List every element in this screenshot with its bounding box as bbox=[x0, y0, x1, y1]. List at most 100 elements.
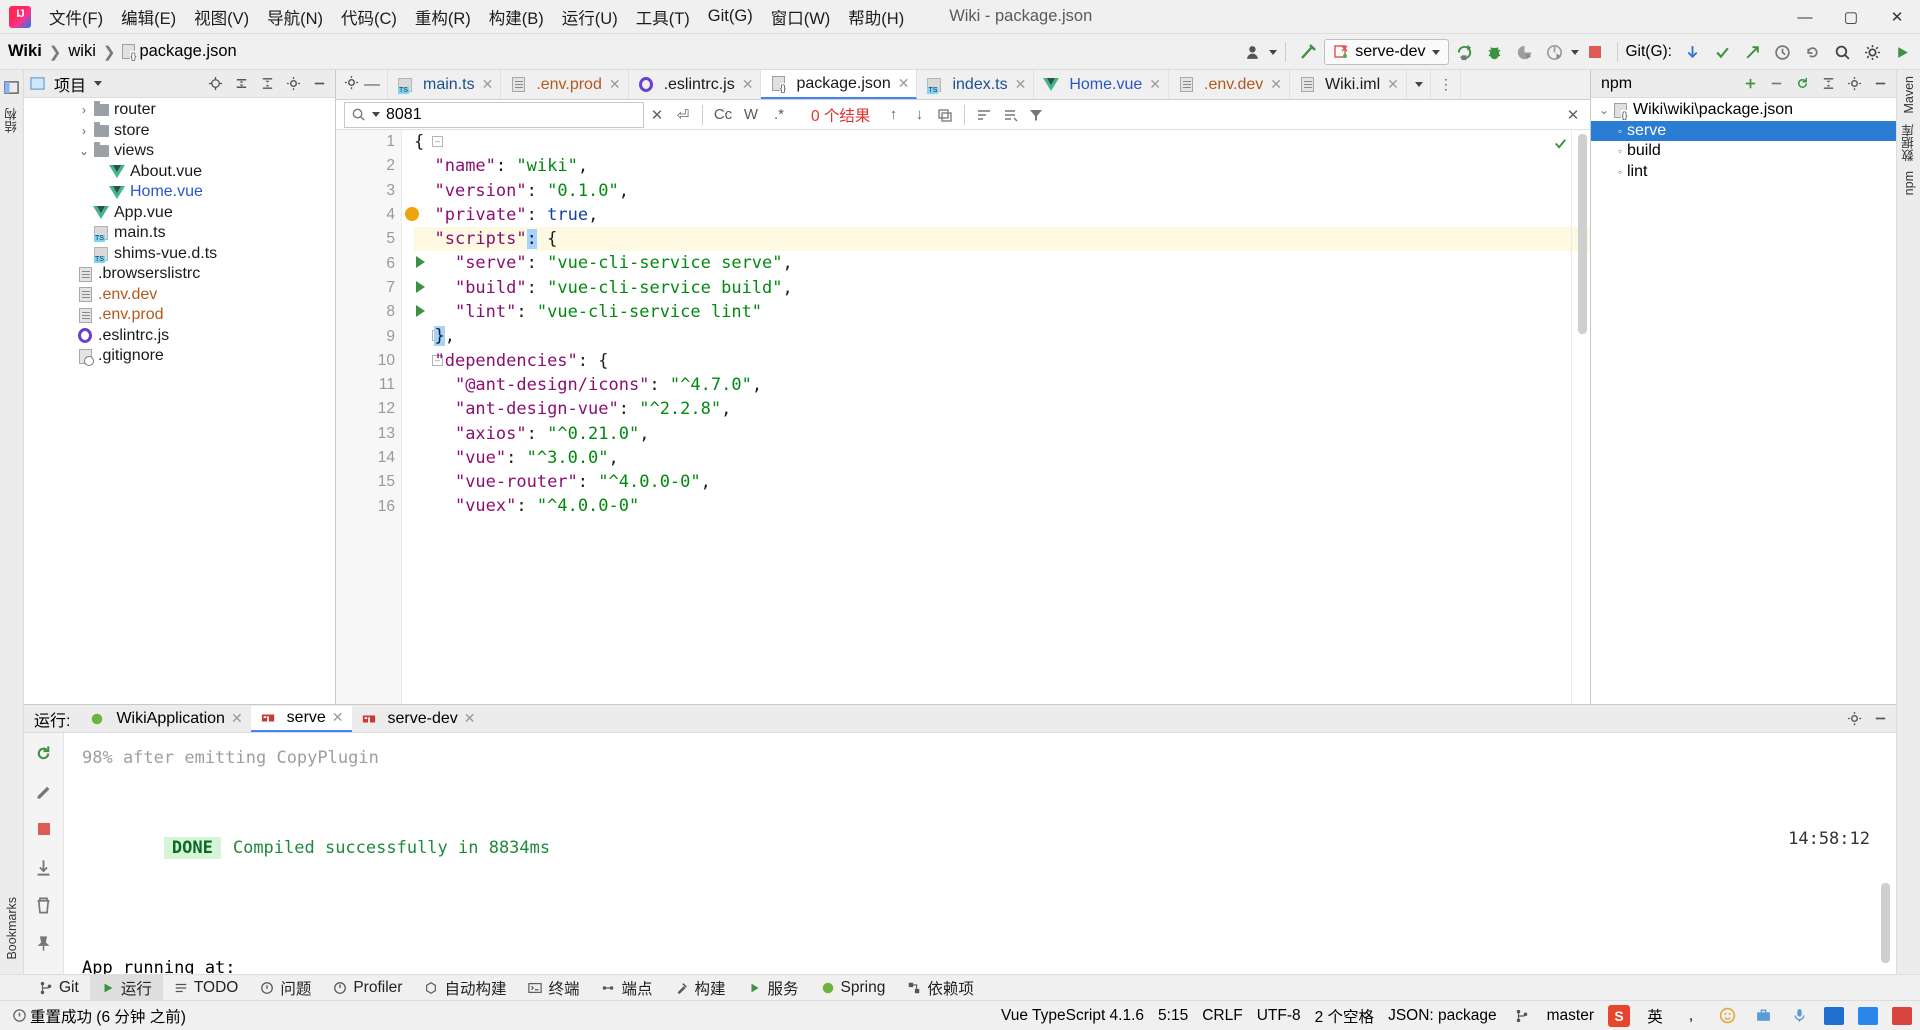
scroll-to-end-icon[interactable] bbox=[31, 855, 57, 879]
tool-window-button[interactable]: 终端 bbox=[517, 975, 590, 1001]
project-tool-icon[interactable] bbox=[1, 76, 23, 98]
status-caret-position[interactable]: 5:15 bbox=[1158, 1007, 1188, 1025]
project-tree-row[interactable]: shims-vue.d.ts bbox=[24, 244, 335, 265]
code-line[interactable]: "lint": "vue-cli-service lint" bbox=[414, 300, 1590, 324]
profiler-button[interactable] bbox=[1541, 38, 1569, 66]
find-history-caret-icon[interactable] bbox=[372, 112, 380, 117]
project-panel-caret-icon[interactable] bbox=[94, 81, 103, 86]
menu-window[interactable]: 窗口(W) bbox=[762, 1, 840, 33]
project-tree-row[interactable]: › router bbox=[24, 100, 335, 121]
undo-icon[interactable] bbox=[1798, 38, 1826, 66]
find-input[interactable]: 8081 bbox=[344, 101, 644, 128]
project-tree-row[interactable]: ⌄ views bbox=[24, 141, 335, 162]
npm-collapse-icon[interactable] bbox=[1816, 73, 1840, 95]
words-toggle[interactable]: W bbox=[737, 103, 765, 127]
ime-comma-icon[interactable]: , bbox=[1680, 1005, 1702, 1027]
run-configuration-selector[interactable]: serve-dev bbox=[1324, 39, 1449, 65]
editor-tab[interactable]: .env.dev ✕ bbox=[1169, 70, 1291, 99]
tool-window-button[interactable]: 运行 bbox=[89, 974, 163, 1001]
tab-close-icon[interactable]: ✕ bbox=[1270, 76, 1282, 93]
tool-window-button[interactable]: Spring bbox=[810, 975, 897, 1001]
edit-configuration-icon[interactable] bbox=[31, 779, 57, 803]
match-case-toggle[interactable]: Cc bbox=[709, 103, 737, 127]
run-tab[interactable]: serve-dev ✕ bbox=[352, 706, 484, 732]
minimize-button[interactable]: — bbox=[1782, 0, 1828, 34]
settings-gear-icon[interactable] bbox=[1858, 38, 1886, 66]
tab-close-icon[interactable]: ✕ bbox=[1015, 76, 1027, 93]
maximize-button[interactable]: ▢ bbox=[1828, 0, 1874, 34]
menu-code[interactable]: 代码(C) bbox=[332, 1, 406, 33]
find-next-icon[interactable]: ↓ bbox=[906, 103, 932, 127]
editor-scrollbar[interactable] bbox=[1578, 134, 1587, 334]
user-caret-icon[interactable] bbox=[1269, 49, 1278, 55]
breadcrumb-project[interactable]: Wiki bbox=[8, 42, 42, 61]
tree-toggle-icon[interactable]: › bbox=[76, 103, 92, 117]
editor-gear-icon[interactable] bbox=[344, 75, 359, 95]
project-tree-row[interactable]: About.vue bbox=[24, 162, 335, 183]
tab-close-icon[interactable]: ✕ bbox=[1387, 76, 1399, 93]
menu-build[interactable]: 构建(B) bbox=[480, 1, 553, 33]
npm-tree-row[interactable]: ◦ serve bbox=[1591, 120, 1896, 141]
maven-strip-label[interactable]: Maven bbox=[1902, 76, 1916, 114]
ide-update-icon[interactable] bbox=[1888, 38, 1916, 66]
menu-tools[interactable]: 工具(T) bbox=[627, 1, 699, 33]
tree-toggle-icon[interactable]: ⌄ bbox=[1597, 103, 1611, 117]
code-line[interactable]: "dependencies": { bbox=[414, 349, 1590, 373]
editor-tab[interactable]: .eslintrc.js ✕ bbox=[628, 70, 762, 99]
ime-language-icon[interactable]: 英 bbox=[1644, 1005, 1666, 1027]
tray-app-2-icon[interactable] bbox=[1858, 1006, 1878, 1025]
code-line[interactable]: }, bbox=[414, 324, 1590, 348]
code-line[interactable]: "version": "0.1.0", bbox=[414, 179, 1590, 203]
status-branch[interactable]: master bbox=[1547, 1007, 1594, 1025]
code-line[interactable]: "vue": "^3.0.0", bbox=[414, 446, 1590, 470]
status-context[interactable]: JSON: package bbox=[1388, 1007, 1497, 1025]
editor-hide-icon[interactable]: — bbox=[364, 76, 380, 94]
npm-reload-icon[interactable] bbox=[1790, 73, 1814, 95]
run-tab[interactable]: serve ✕ bbox=[250, 705, 352, 732]
menu-run[interactable]: 运行(U) bbox=[553, 1, 627, 33]
editor-tab[interactable]: .env.prod ✕ bbox=[501, 70, 629, 99]
project-settings-gear-icon[interactable] bbox=[281, 73, 305, 95]
breadcrumb-file[interactable]: package.json bbox=[139, 42, 236, 61]
find-close-icon[interactable]: ✕ bbox=[1560, 103, 1586, 127]
structure-strip-label[interactable]: 结构 bbox=[2, 108, 21, 133]
code-line[interactable]: "ant-design-vue": "^2.2.8", bbox=[414, 397, 1590, 421]
tab-close-icon[interactable]: ✕ bbox=[742, 76, 754, 93]
run-tab[interactable]: WikiApplication ✕ bbox=[80, 706, 250, 732]
code-line[interactable]: "private": true, bbox=[414, 203, 1590, 227]
find-open-in-icon[interactable] bbox=[997, 103, 1023, 127]
editor-tab[interactable]: Home.vue ✕ bbox=[1034, 70, 1169, 99]
menu-help[interactable]: 帮助(H) bbox=[839, 1, 913, 33]
npm-add-icon[interactable] bbox=[1738, 73, 1762, 95]
status-line-separator[interactable]: CRLF bbox=[1202, 1007, 1242, 1025]
pin-tab-icon[interactable] bbox=[31, 931, 57, 955]
find-prev-icon[interactable]: ↑ bbox=[880, 103, 906, 127]
select-all-occurrences-icon[interactable] bbox=[932, 103, 958, 127]
code-line[interactable]: "vuex": "^4.0.0-0" bbox=[414, 494, 1590, 518]
npm-tree-row[interactable]: ◦ lint bbox=[1591, 162, 1896, 183]
tab-close-icon[interactable]: ✕ bbox=[609, 76, 621, 93]
tree-toggle-icon[interactable]: › bbox=[76, 124, 92, 138]
locate-file-icon[interactable] bbox=[203, 73, 227, 95]
tool-window-button[interactable]: 端点 bbox=[590, 975, 663, 1001]
code-line[interactable]: "vue-router": "^4.0.0-0", bbox=[414, 470, 1590, 494]
code-line[interactable]: "name": "wiki", bbox=[414, 154, 1590, 178]
run-settings-gear-icon[interactable] bbox=[1842, 708, 1866, 730]
tab-close-icon[interactable]: ✕ bbox=[1149, 76, 1161, 93]
sogou-ime-icon[interactable] bbox=[1608, 1004, 1630, 1027]
run-console[interactable]: 98% after emitting CopyPlugin DONE Compil… bbox=[64, 733, 1896, 1000]
project-tree-row[interactable]: .browserslistrc bbox=[24, 264, 335, 285]
rerun-icon[interactable] bbox=[31, 741, 57, 765]
tool-window-button[interactable]: 依赖项 bbox=[896, 975, 985, 1001]
menu-edit[interactable]: 编辑(E) bbox=[112, 1, 185, 33]
find-filter-icon[interactable] bbox=[1023, 103, 1049, 127]
project-tree-row[interactable]: .eslintrc.js bbox=[24, 326, 335, 347]
project-tree-row[interactable]: main.ts bbox=[24, 223, 335, 244]
inspection-ok-icon[interactable] bbox=[1553, 136, 1568, 156]
git-branch-icon[interactable] bbox=[1511, 1005, 1533, 1027]
build-hammer-icon[interactable] bbox=[1294, 38, 1322, 66]
tool-window-button[interactable]: 问题 bbox=[249, 975, 322, 1001]
stop-button[interactable] bbox=[1581, 38, 1609, 66]
git-push-icon[interactable] bbox=[1738, 38, 1766, 66]
stop-process-icon[interactable] bbox=[31, 817, 57, 841]
